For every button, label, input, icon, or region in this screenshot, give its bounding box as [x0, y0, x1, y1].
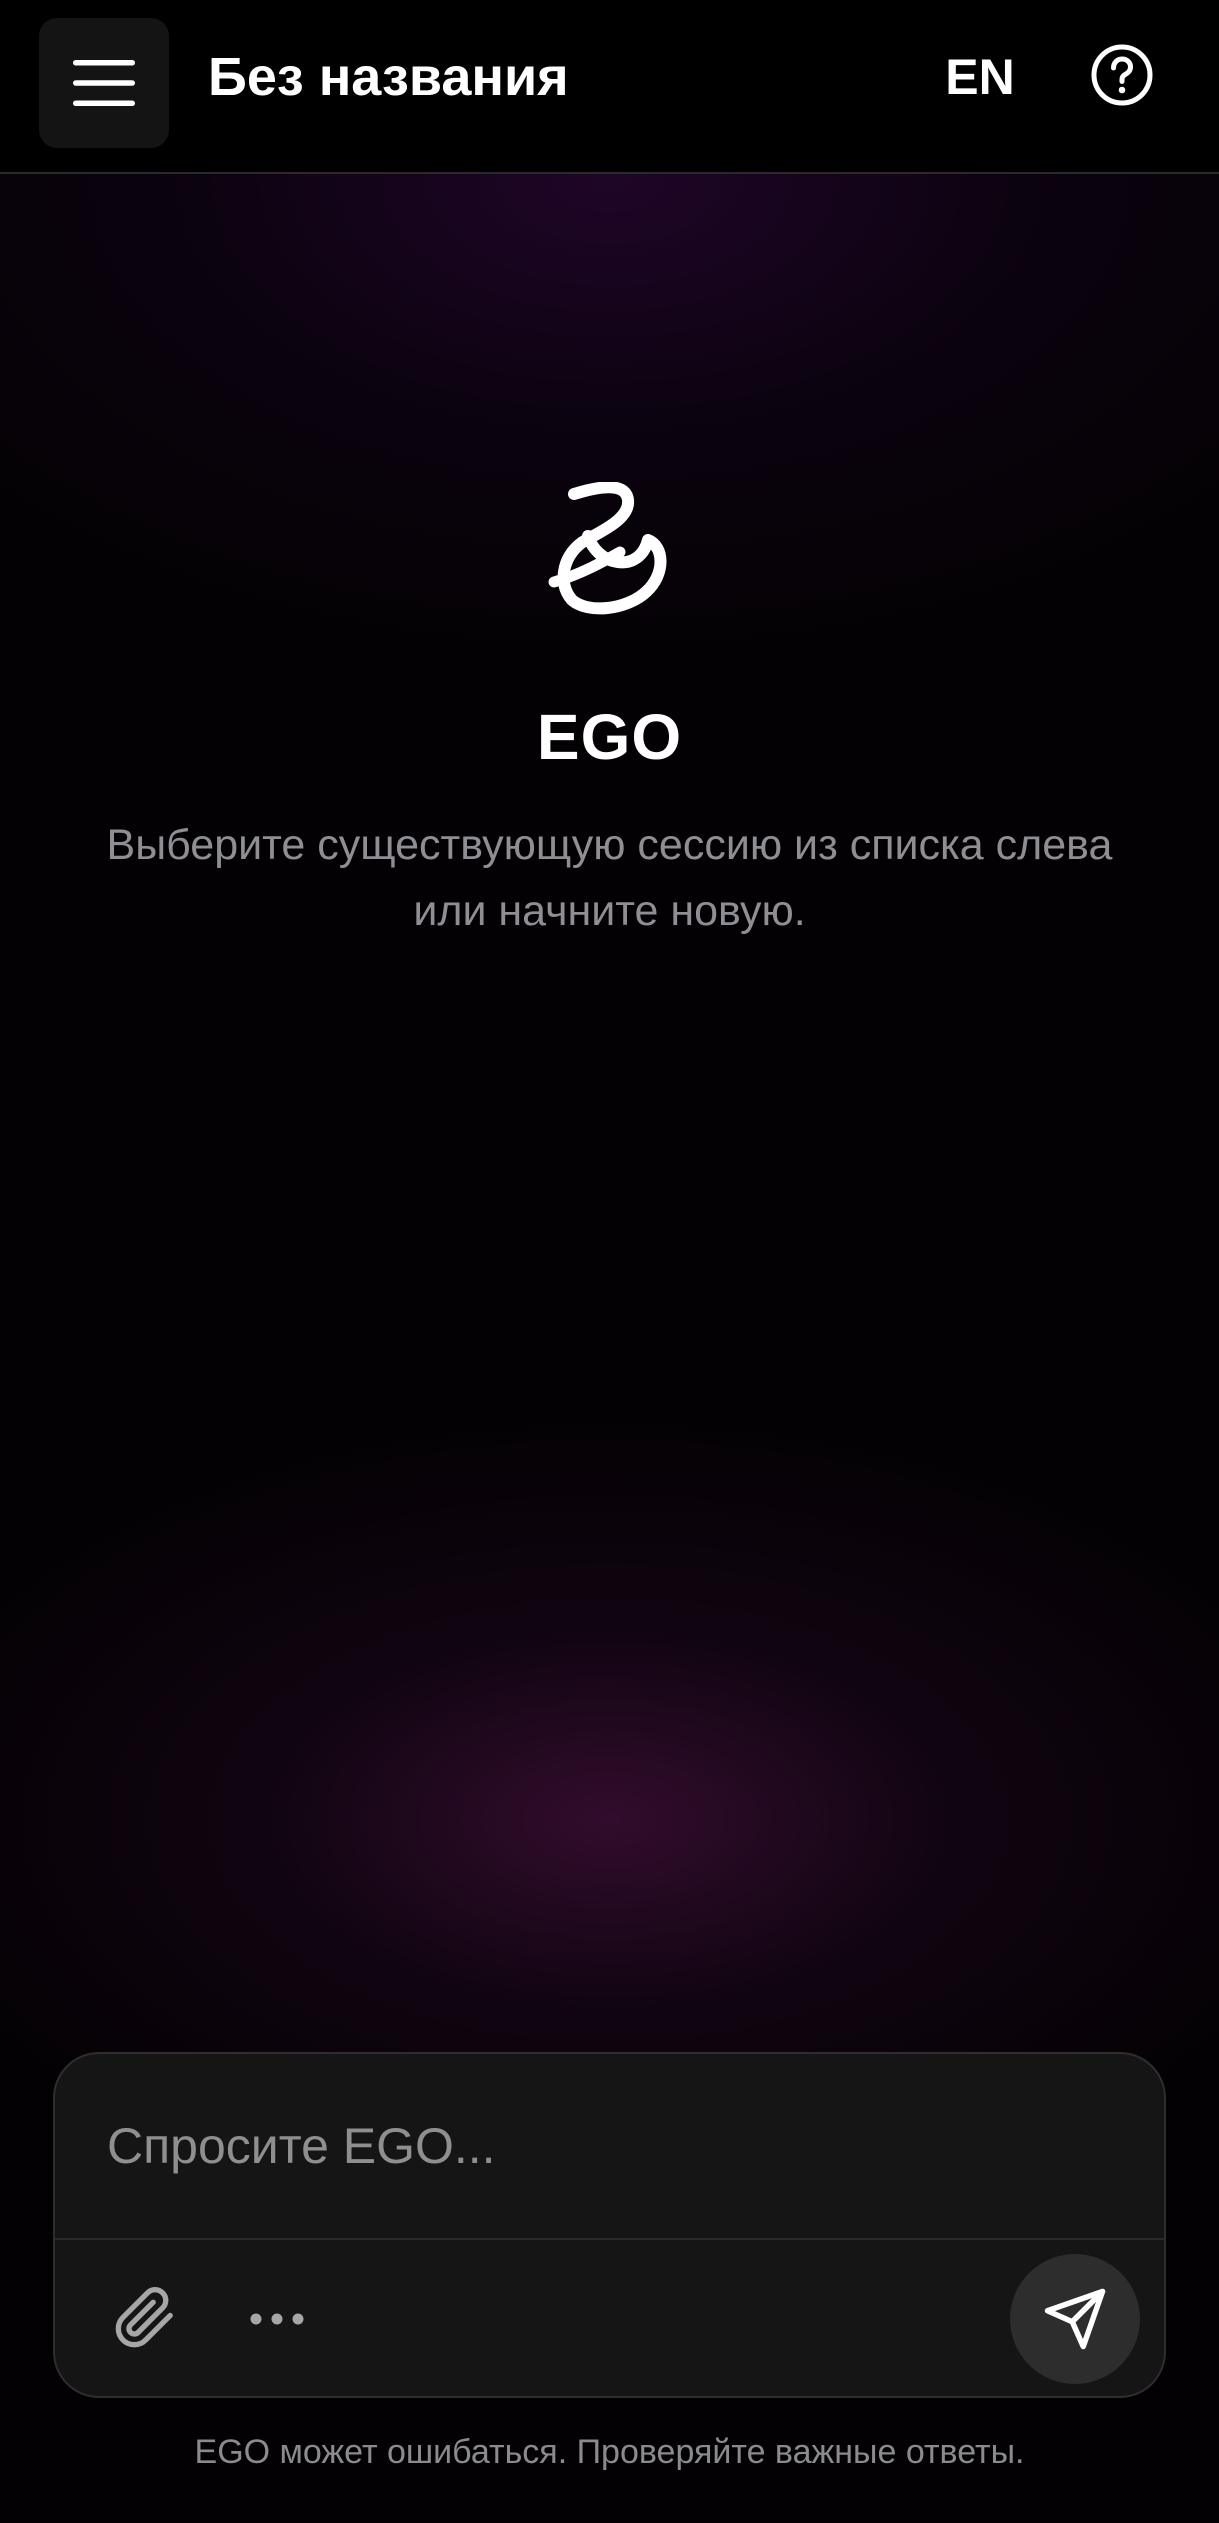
more-horizontal-icon	[250, 2313, 304, 2325]
language-switch-button[interactable]: EN	[930, 40, 1030, 114]
paperclip-icon	[115, 2287, 173, 2348]
page-title: Без названия	[208, 47, 569, 107]
disclaimer-text: EGO может ошибаться. Проверяйте важные о…	[194, 2433, 1025, 2471]
question-circle-icon	[1091, 44, 1153, 106]
ego-logo-icon	[548, 482, 667, 615]
more-options-button[interactable]	[237, 2284, 317, 2354]
chat-composer	[53, 2052, 1166, 2398]
welcome-subtitle: Выберите существующую сессию из списка с…	[106, 821, 1113, 935]
top-bar: Без названия EN	[0, 0, 1219, 174]
send-icon	[1044, 2288, 1106, 2350]
send-button[interactable]	[1010, 2254, 1140, 2384]
attach-button[interactable]	[107, 2280, 183, 2356]
composer-divider	[55, 2238, 1164, 2240]
hamburger-menu-icon	[73, 60, 135, 106]
app-root: Без названия EN EGO Выберите существующу…	[0, 0, 1219, 2523]
menu-button[interactable]	[39, 18, 169, 148]
brand-name: EGO	[536, 701, 683, 773]
message-input[interactable]	[55, 2054, 1164, 2238]
help-button[interactable]	[1085, 38, 1159, 112]
